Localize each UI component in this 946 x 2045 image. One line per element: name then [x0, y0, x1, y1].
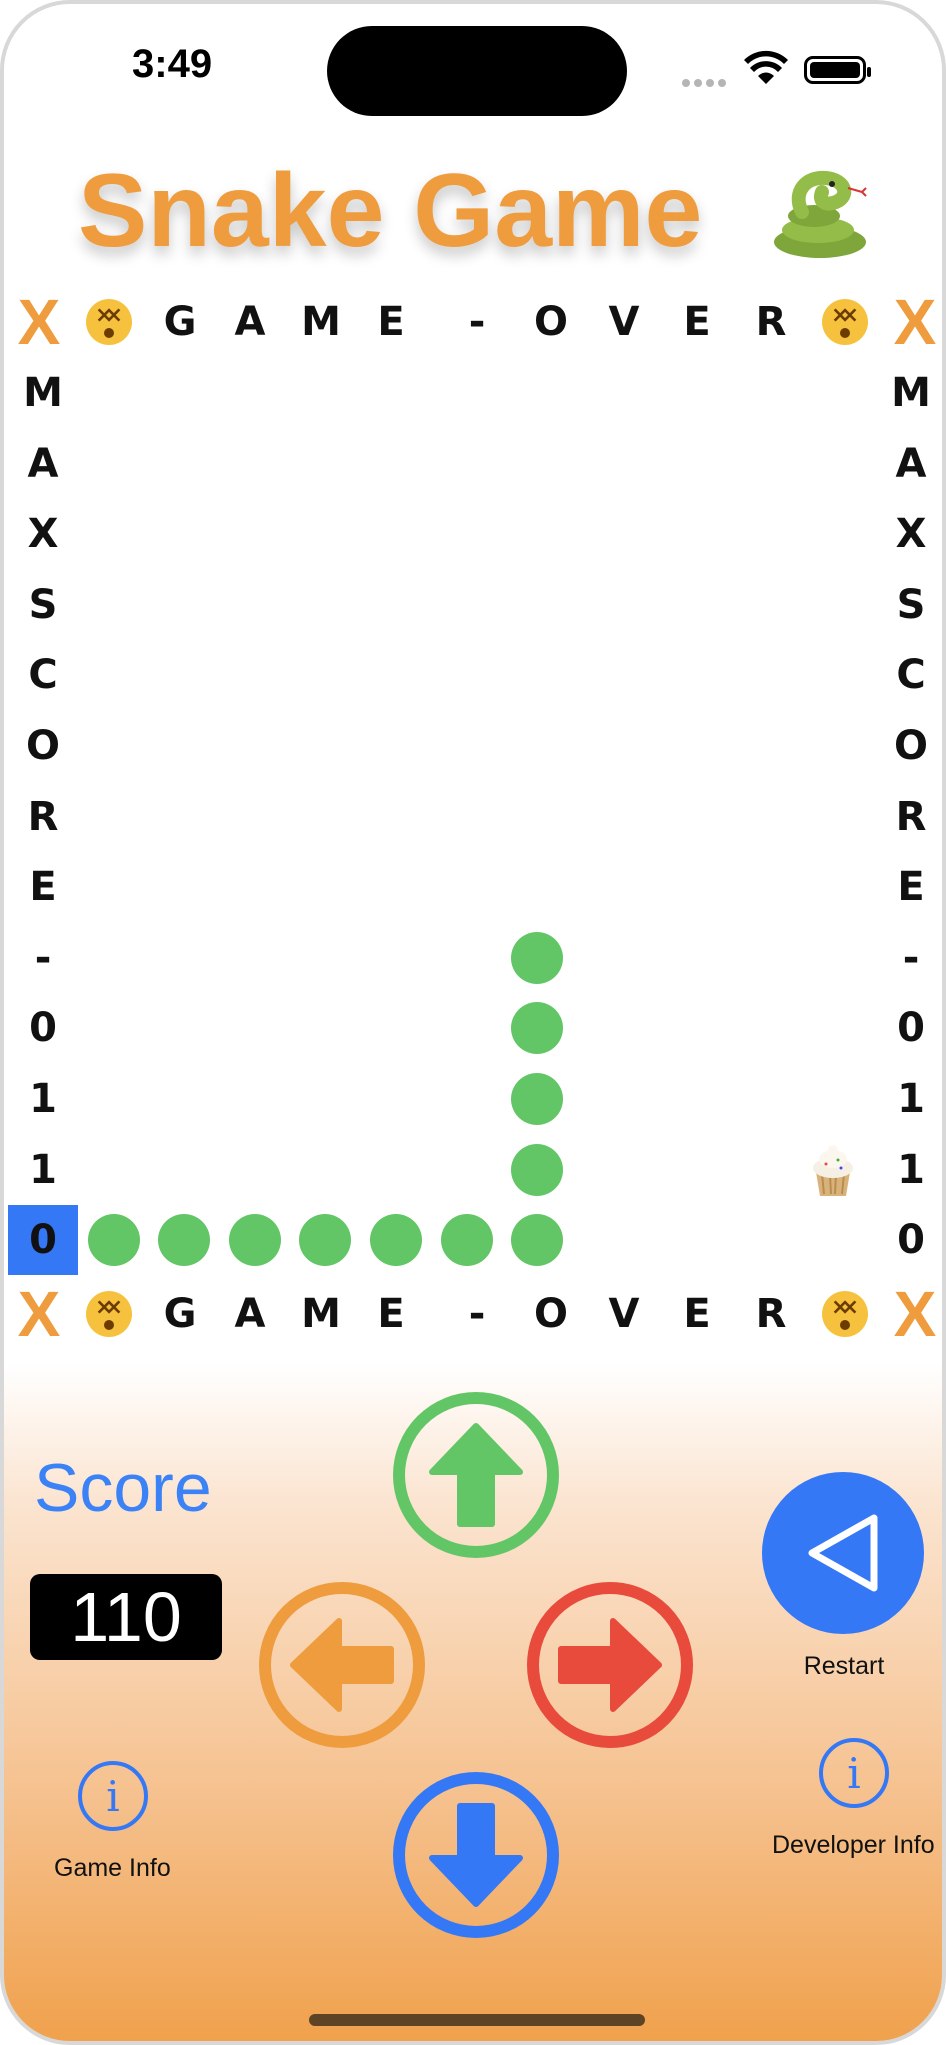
column-letter: C — [896, 652, 926, 699]
column-letter: 1 — [897, 1076, 925, 1122]
right-arrow-icon — [558, 1618, 662, 1712]
developer-info-icon[interactable]: i — [819, 1738, 889, 1808]
snake-segment — [511, 1143, 564, 1196]
cellular-signal-icon — [682, 74, 730, 92]
score-value: 110 — [30, 1574, 222, 1660]
column-letter: 1 — [897, 1146, 925, 1193]
dynamic-island — [327, 26, 627, 116]
column-letter: O — [893, 723, 928, 769]
snake-segment — [511, 1214, 564, 1267]
border-x-mark: X — [17, 286, 61, 358]
border-letter: E — [377, 299, 405, 345]
border-letter: - — [468, 299, 486, 345]
border-x-mark: X — [17, 1278, 61, 1350]
column-letter: 1 — [29, 1076, 57, 1122]
border-letter: - — [468, 1291, 486, 1337]
column-letter: 0 — [897, 1005, 925, 1052]
border-letter: A — [234, 1291, 266, 1337]
column-letter: S — [28, 581, 58, 628]
column-letter: E — [29, 864, 57, 911]
restart-button[interactable] — [762, 1472, 924, 1634]
border-letter: E — [683, 1291, 711, 1337]
column-letter: - — [902, 934, 920, 981]
restart-label: Restart — [803, 1652, 885, 1680]
bottom-border-row: X G A M E - O V E R X — [4, 1278, 942, 1350]
column-letter: 1 — [29, 1146, 57, 1193]
game-info-icon[interactable]: i — [78, 1761, 148, 1831]
snake-segment — [511, 1073, 564, 1125]
border-letter: R — [755, 1291, 787, 1337]
column-letter: M — [23, 370, 63, 416]
column-letter: S — [896, 581, 926, 628]
top-border-row: X G A M E - O V E R X — [4, 286, 942, 358]
cupcake-icon — [813, 1145, 853, 1196]
app-title: Snake Game — [78, 153, 703, 269]
developer-info-label[interactable]: Developer Info — [772, 1831, 935, 1860]
column-letter: A — [895, 440, 927, 487]
battery-icon — [804, 56, 871, 84]
wifi-icon — [744, 50, 788, 84]
snake-segment — [440, 1214, 493, 1267]
right-button[interactable] — [527, 1582, 693, 1748]
snake-segment — [228, 1214, 281, 1267]
down-arrow-icon — [429, 1803, 523, 1907]
up-button[interactable] — [393, 1392, 559, 1558]
border-letter: R — [755, 299, 787, 345]
up-arrow-icon — [429, 1423, 523, 1527]
left-button[interactable] — [259, 1582, 425, 1748]
column-letter: X — [895, 511, 927, 558]
column-letter: 0 — [29, 1005, 57, 1052]
play-triangle-icon — [808, 1514, 878, 1592]
snake-segment — [87, 1214, 140, 1267]
column-letter: - — [34, 934, 52, 981]
border-letter: G — [163, 1291, 197, 1337]
border-letter: V — [608, 299, 640, 345]
border-letter: E — [683, 299, 711, 345]
status-time: 3:49 — [132, 42, 213, 86]
column-letter: A — [27, 440, 59, 487]
snake-segment — [370, 1214, 422, 1267]
score-label: Score — [34, 1450, 212, 1526]
dizzy-face-icon — [810, 287, 880, 357]
snake-segment — [511, 931, 564, 984]
column-letter: 0 — [897, 1217, 925, 1264]
snake-emoji-icon — [774, 170, 867, 258]
snake-segment — [158, 1214, 211, 1267]
border-x-mark: X — [893, 1278, 937, 1350]
border-letter: V — [608, 1291, 640, 1337]
left-arrow-icon — [290, 1618, 394, 1712]
border-letter: O — [533, 1291, 568, 1337]
border-letter: A — [234, 299, 266, 345]
column-letter: M — [891, 370, 931, 416]
phone-screen: 3:49 Snake Game X G A M E - O V E R X M … — [0, 0, 946, 2045]
border-letter: M — [301, 299, 341, 345]
column-letter: R — [895, 793, 927, 840]
dizzy-face-icon — [74, 287, 144, 357]
game-info-label[interactable]: Game Info — [54, 1854, 171, 1883]
home-indicator[interactable] — [309, 2014, 645, 2026]
border-x-mark: X — [893, 286, 937, 358]
snake-segment — [299, 1214, 352, 1267]
column-letter-highlighted: 0 — [8, 1205, 78, 1276]
border-letter: O — [533, 299, 568, 345]
column-letter: E — [897, 864, 925, 911]
down-button[interactable] — [393, 1772, 559, 1938]
column-letter: R — [27, 793, 59, 840]
snake-segment — [511, 1002, 564, 1055]
border-letter: E — [377, 1291, 405, 1337]
border-letter: M — [301, 1291, 341, 1337]
dizzy-face-icon — [74, 1279, 144, 1349]
dizzy-face-icon — [810, 1279, 880, 1349]
column-letter: X — [27, 511, 59, 558]
border-letter: G — [163, 299, 197, 345]
column-letter: C — [28, 652, 58, 699]
column-letter: O — [25, 723, 60, 769]
